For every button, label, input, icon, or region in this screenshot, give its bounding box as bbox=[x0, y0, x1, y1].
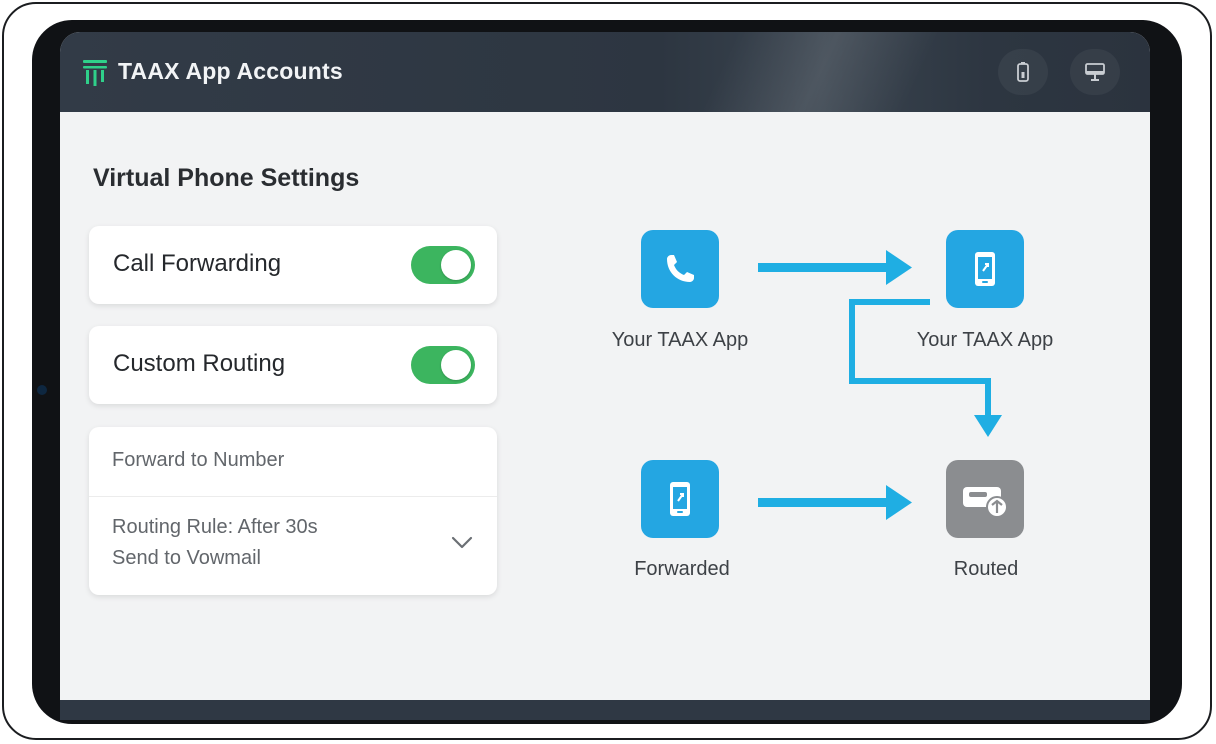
flow-label-source: Your TAAX App bbox=[611, 329, 749, 351]
bottom-nav-bar bbox=[60, 700, 1150, 720]
bottom-tab-1[interactable] bbox=[360, 700, 400, 720]
flow-node-app bbox=[946, 230, 1024, 308]
mobile-icon bbox=[975, 252, 995, 286]
flow-node-forwarded bbox=[641, 460, 719, 538]
flow-label-app: Your TAAX App bbox=[916, 329, 1054, 351]
mobile-icon bbox=[670, 482, 690, 516]
arrow-head-bottom bbox=[886, 485, 912, 520]
elbow-connector bbox=[849, 299, 991, 417]
phone-icon bbox=[667, 255, 694, 282]
voicemail-icon bbox=[963, 487, 1008, 518]
flow-node-source bbox=[641, 230, 719, 308]
flow-node-routed bbox=[946, 460, 1024, 538]
arrow-head-down bbox=[974, 415, 1002, 437]
flow-label-forwarded: Forwarded bbox=[634, 558, 730, 580]
arrow-shaft-bottom bbox=[758, 498, 886, 507]
arrow-shaft-top bbox=[758, 263, 886, 272]
camera-dot bbox=[37, 385, 47, 395]
flow-label-routed: Routed bbox=[953, 558, 1019, 580]
flow-arrows bbox=[758, 250, 1002, 520]
bottom-tab-2[interactable] bbox=[780, 700, 820, 720]
arrow-head-top bbox=[886, 250, 912, 285]
app-screen: TAAX App Accounts Virtual Phone Settings… bbox=[60, 32, 1150, 720]
